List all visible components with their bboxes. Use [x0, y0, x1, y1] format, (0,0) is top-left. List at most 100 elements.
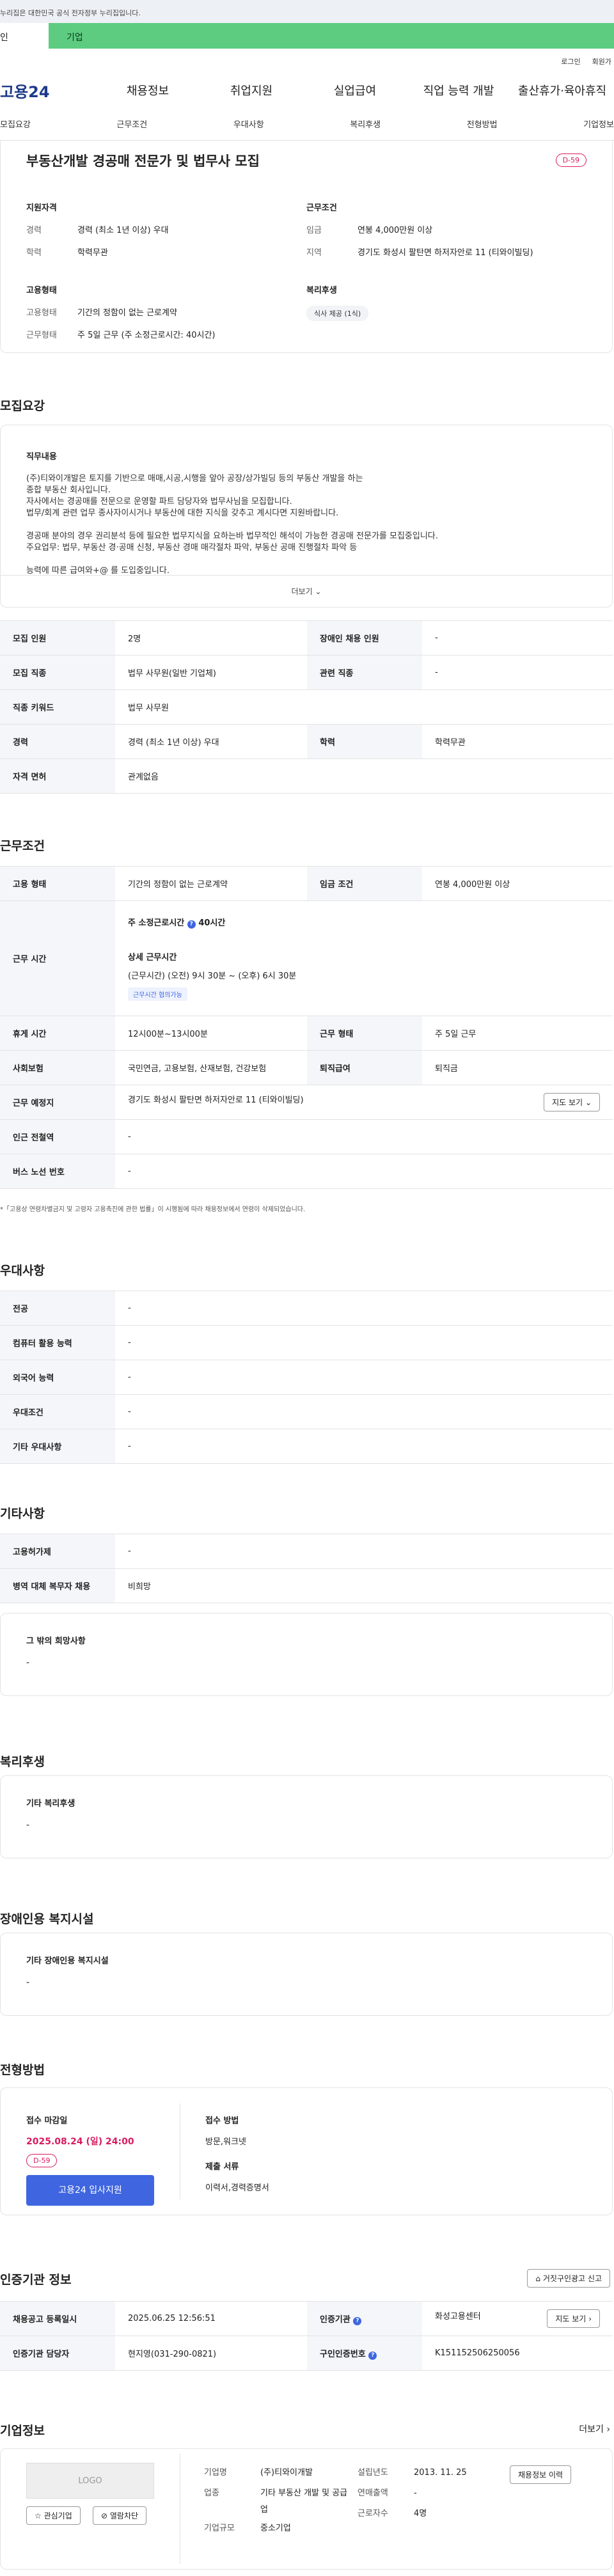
cell-value: 법무 사무원 [115, 689, 613, 725]
map-label: 지도 보기 [555, 2314, 586, 2323]
pref-heading: 우대사항 [0, 1264, 45, 1278]
snb-welfare[interactable]: 복리후생 [350, 118, 381, 140]
other-wish-value: - [26, 1658, 30, 1668]
hours-main-value: 40시간 [198, 918, 226, 928]
gnb-unemployment-benefit[interactable]: 실업급여 [303, 82, 407, 98]
company-heading: 기업정보 [0, 2424, 45, 2438]
recruit-heading: 모집요강 [0, 399, 45, 413]
cell-value: 법무 사무원(일반 기업체) [115, 655, 307, 690]
chevron-right-icon: › [588, 2314, 592, 2323]
block-view-button[interactable]: ⊘ 열람차단 [93, 2506, 147, 2525]
cell-label: 근무 예정지 [0, 1085, 115, 1120]
cell-label: 인증기관 담당자 [0, 2336, 115, 2371]
site-logo[interactable]: 고용24 [0, 79, 96, 102]
signup-link[interactable]: 회원가 [592, 56, 611, 72]
cell-value: - [115, 1360, 613, 1395]
cell-value: - [422, 620, 613, 656]
cell-value: 관계없음 [115, 758, 613, 794]
snb-recruit[interactable]: 모집요강 [0, 118, 31, 140]
table-row: 모집 인원 2명 장애인 채용 인원 - [0, 620, 613, 656]
employees-label: 근로자수 [358, 2509, 388, 2518]
table-row: 컴퓨터 활용 능력 - [0, 1325, 613, 1360]
cell-label: 모집 인원 [0, 620, 115, 656]
company-box: LOGO ☆ 관심기업 ⊘ 열람차단 기업명 (주)티와이개발 업종 기타 부동산 … [0, 2448, 613, 2570]
cell-value: - [115, 1429, 613, 1464]
docs-heading: 제출 서류 [205, 2162, 239, 2172]
gnb-vocational-training[interactable]: 직업 능력 개발 [407, 82, 510, 98]
company-more-link[interactable]: 더보기 › [579, 2423, 610, 2435]
map-button[interactable]: 지도 보기 ⌄ [544, 1093, 600, 1111]
cell-value: - [115, 1154, 613, 1189]
deadline-heading: 접수 마감일 [26, 2116, 68, 2126]
work-heading: 근무조건 [0, 839, 45, 853]
cell-label: 근무 형태 [307, 1016, 422, 1051]
cell-value: 연봉 4,000만원 이상 [422, 866, 613, 901]
company-size-label: 기업규모 [204, 2524, 235, 2533]
snb-process[interactable]: 전형방법 [467, 118, 498, 140]
info-icon[interactable]: ? [187, 920, 196, 929]
cell-label: 인증기관 ? [307, 2301, 422, 2336]
company-info-left: 기업명 (주)티와이개발 업종 기타 부동산 개발 및 공급업 기업규모 중소기업 [204, 2463, 350, 2539]
table-row: 인근 전철역 - [0, 1119, 613, 1154]
table-row: 고용 형태 기간의 정함이 없는 근로계약 임금 조건 연봉 4,000만원 이상 [0, 866, 613, 901]
duty-line: 경공매 분야의 경우 권리분석 등에 필요한 법무지식을 요하는바 법무적인 해… [26, 531, 438, 541]
table-row: 고용허가제 - [0, 1534, 613, 1569]
duty-box: 직무내용 (주)티와이개발은 토지를 기반으로 매매,시공,시행을 앞아 공장/… [0, 425, 613, 608]
negotiable-tag: 근무시간 협의가능 [128, 987, 187, 1001]
info-icon[interactable]: ? [353, 2316, 362, 2325]
gnb-employment-support[interactable]: 취업지원 [200, 82, 303, 98]
cell-value: - [422, 655, 613, 690]
snb-work[interactable]: 근무조건 [116, 118, 147, 140]
qual-value: 학력무관 [77, 248, 108, 258]
hire-history-button[interactable]: 채용정보 이력 [510, 2465, 572, 2484]
cert-agency-value: 화성고용센터 [435, 2312, 481, 2321]
tab-individual[interactable]: 인 [0, 23, 49, 49]
cell-value: 경력 (최소 1년 이상) 우대 [115, 724, 307, 759]
emp-label: 고용형태 [26, 308, 57, 318]
snb-company[interactable]: 기업정보 [583, 118, 614, 140]
favorite-company-button[interactable]: ☆ 관심기업 [26, 2506, 81, 2525]
cell-value: - [115, 1394, 613, 1429]
report-button[interactable]: ⌂ 거짓구인광고 신고 [527, 2269, 610, 2288]
company-more-label: 더보기 [579, 2424, 604, 2435]
apply-button[interactable]: 고용24 입사지원 [26, 2175, 154, 2206]
more-button[interactable]: 더보기 ⌄ [1, 575, 612, 607]
star-icon: ☆ [35, 2511, 42, 2520]
cell-label: 기타 우대사항 [0, 1429, 115, 1464]
table-row: 버스 노선 번호 - [0, 1154, 613, 1189]
cond-label: 지역 [306, 248, 322, 258]
tab-business[interactable]: 기업 [49, 23, 614, 49]
cell-label: 버스 노선 번호 [0, 1154, 115, 1189]
cond-value: 경기도 화성시 팔탄면 하저자안로 11 (티와이빌딩) [358, 248, 533, 258]
qual-value: 경력 (최소 1년 이상) 우대 [77, 226, 169, 235]
etc-table: 고용허가제 - 병역 대체 복무자 채용 비희망 [0, 1534, 613, 1603]
block-icon: ⊘ [101, 2511, 108, 2520]
cert-heading: 인증기관 정보 [0, 2273, 72, 2287]
snb-pref[interactable]: 우대사항 [233, 118, 264, 140]
welfare-box: 기타 복리후생 - [0, 1775, 613, 1858]
duty-heading: 직무내용 [26, 452, 57, 462]
cert-number-label: 구인인증번호 [320, 2349, 366, 2359]
company-size-value: 중소기업 [260, 2524, 291, 2533]
emp-value: 기간의 정함이 없는 근로계약 [77, 308, 177, 318]
employees-value: 4명 [414, 2509, 427, 2518]
gov-banner: 누리집은 대한민국 공식 전자정부 누리집입니다. [0, 0, 614, 23]
work-table: 고용 형태 기간의 정함이 없는 근로계약 임금 조건 연봉 4,000만원 이상 근… [0, 866, 613, 1189]
duty-line: 자사에서는 경공매를 전문으로 운영할 파트 담당자와 법무사님을 모집합니다. [26, 497, 292, 507]
gnb-jobs[interactable]: 채용정보 [96, 82, 200, 98]
age-note: *「고용상 연령차별금지 및 고령자 고용촉진에 관한 법률」이 시행됨에 따라… [0, 1206, 306, 1213]
gnb-parental-leave[interactable]: 출산휴가·육아휴직 [510, 82, 614, 98]
report-label: 거짓구인광고 신고 [542, 2274, 602, 2283]
cell-value: 비희망 [115, 1568, 613, 1603]
cert-map-button[interactable]: 지도 보기 › [547, 2309, 600, 2328]
cell-label: 퇴직급여 [307, 1050, 422, 1085]
process-box: 접수 마감일 2025.08.24 (일) 24:00 D-59 고용24 입사… [0, 2087, 613, 2215]
cell-value: K151152506250056 [422, 2336, 613, 2371]
favorite-label: 관심기업 [43, 2511, 72, 2520]
cell-value: 2025.06.25 12:56:51 [115, 2301, 307, 2336]
info-icon[interactable]: ? [368, 2351, 377, 2360]
est-value: 2013. 11. 25 [414, 2468, 467, 2478]
table-row: 전공 - [0, 1291, 613, 1326]
chevron-down-icon: ⌄ [585, 1098, 592, 1107]
login-link[interactable]: 로그인 [561, 56, 580, 72]
